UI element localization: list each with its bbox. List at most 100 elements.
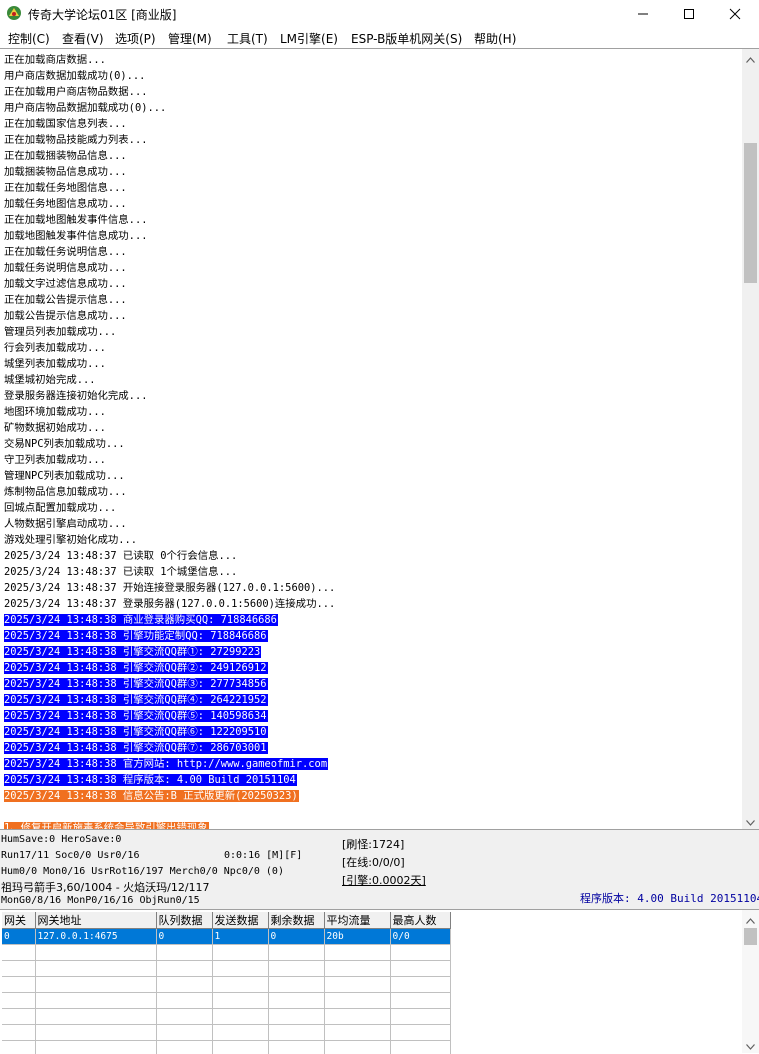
empty-table-row (2, 1041, 450, 1054)
grid-scroll-down-arrow[interactable] (742, 1036, 759, 1053)
log-vertical-scrollbar[interactable] (742, 49, 759, 829)
empty-cell (156, 1025, 212, 1041)
empty-cell (268, 993, 324, 1009)
gateway-table: 网关 网关地址 队列数据 发送数据 剩余数据 平均流量 最高人数 0127.0.… (2, 912, 451, 1054)
log-pane[interactable]: 正在加载商店数据...用户商店数据加载成功(0)...正在加载用户商店物品数据.… (0, 48, 759, 830)
empty-cell (35, 945, 156, 961)
log-line-text: 炼制物品信息加载成功... (4, 486, 128, 498)
minimize-button[interactable] (620, 0, 666, 28)
gateway-grid[interactable]: 网关 网关地址 队列数据 发送数据 剩余数据 平均流量 最高人数 0127.0.… (0, 909, 759, 1054)
log-line: 正在加载地图触发事件信息... (4, 212, 738, 228)
cell-queue: 0 (156, 929, 212, 945)
object-status: Hum0/0 Mon0/16 UsrRot16/197 Merch0/0 Npc… (1, 866, 284, 877)
log-line: 1、修复开启新施毒系统会导致引擎出错现象 (4, 820, 738, 830)
empty-cell (212, 945, 268, 961)
log-line-text: 地图环境加载成功... (4, 406, 107, 418)
empty-cell (35, 977, 156, 993)
empty-cell (268, 945, 324, 961)
empty-cell (156, 945, 212, 961)
empty-cell (212, 961, 268, 977)
empty-cell (324, 961, 390, 977)
log-line: 加载文字过滤信息成功... (4, 276, 738, 292)
log-line: 加载任务说明信息成功... (4, 260, 738, 276)
program-version: 程序版本: 4.00 Build 20151104 (580, 890, 759, 906)
empty-cell (390, 1025, 450, 1041)
log-line: 正在加载物品技能威力列表... (4, 132, 738, 148)
log-line-text: 2025/3/24 13:48:38 引擎交流QQ群②: 249126912 (4, 662, 268, 674)
empty-cell (212, 1009, 268, 1025)
log-line-text: 正在加载任务地图信息... (4, 182, 128, 194)
grid-vertical-scrollbar[interactable] (742, 910, 759, 1053)
col-avg-traffic[interactable]: 平均流量 (324, 912, 390, 929)
menu-view[interactable]: 查看(V) (62, 30, 104, 47)
log-line: 2025/3/24 13:48:37 开始连接登录服务器(127.0.0.1:5… (4, 580, 738, 596)
col-sent-data[interactable]: 发送数据 (212, 912, 268, 929)
empty-cell (390, 945, 450, 961)
log-line-text: 回城点配置加载成功... (4, 502, 117, 514)
menu-control[interactable]: 控制(C) (8, 30, 50, 47)
col-queue-data[interactable]: 队列数据 (156, 912, 212, 929)
close-button[interactable] (712, 0, 758, 28)
cell-gateway: 0 (2, 929, 35, 945)
col-gateway[interactable]: 网关 (2, 912, 35, 929)
log-line: 2025/3/24 13:48:38 程序版本: 4.00 Build 2015… (4, 772, 738, 788)
col-gateway-address[interactable]: 网关地址 (35, 912, 156, 929)
log-line: 矿物数据初始成功... (4, 420, 738, 436)
empty-cell (268, 1009, 324, 1025)
empty-cell (35, 1025, 156, 1041)
log-line: 2025/3/24 13:48:37 登录服务器(127.0.0.1:5600)… (4, 596, 738, 612)
scroll-up-arrow[interactable] (742, 49, 759, 66)
empty-cell (35, 961, 156, 977)
log-line-text: 正在加载商店数据... (4, 54, 107, 66)
log-line: 2025/3/24 13:48:38 引擎交流QQ群⑦: 286703001 (4, 740, 738, 756)
log-line-text: 2025/3/24 13:48:37 已读取 0个行会信息... (4, 550, 238, 562)
engine-days-link[interactable]: [引擎:0.0002天] (342, 872, 426, 888)
log-line-text: 交易NPC列表加载成功... (4, 438, 126, 450)
empty-cell (2, 1025, 35, 1041)
menu-bar: 控制(C) 查看(V) 选项(P) 管理(M) 工具(T) LM引擎(E) ES… (0, 28, 759, 49)
log-line-text: 加载公告提示信息成功... (4, 310, 128, 322)
empty-cell (212, 977, 268, 993)
log-line-text: 管理NPC列表加载成功... (4, 470, 126, 482)
table-row[interactable]: 0127.0.0.1:467501020b0/0 (2, 929, 450, 945)
log-line-text: 城堡列表加载成功... (4, 358, 107, 370)
scroll-down-arrow[interactable] (742, 812, 759, 829)
cell-sent: 1 (212, 929, 268, 945)
log-line: 2025/3/24 13:48:38 商业登录器购买QQ: 718846686 (4, 612, 738, 628)
empty-cell (156, 961, 212, 977)
empty-table-row (2, 1009, 450, 1025)
empty-cell (35, 1041, 156, 1054)
col-max-users[interactable]: 最高人数 (390, 912, 450, 929)
log-line: 加载地图触发事件信息成功... (4, 228, 738, 244)
uptime-status: 0:0:16 [M][F] (224, 850, 302, 861)
menu-esp-gateway[interactable]: ESP-B版单机网关(S) (351, 30, 462, 47)
scroll-thumb[interactable] (744, 143, 757, 283)
log-line-text: 2025/3/24 13:48:38 引擎交流QQ群③: 277734856 (4, 678, 268, 690)
log-line: 加载任务地图信息成功... (4, 196, 738, 212)
menu-options[interactable]: 选项(P) (115, 30, 156, 47)
log-line-text: 城堡城初始完成... (4, 374, 97, 386)
maximize-button[interactable] (666, 0, 712, 28)
menu-lm-engine[interactable]: LM引擎(E) (280, 30, 338, 47)
title-bar[interactable]: 传奇大学论坛01区 [商业版] (0, 0, 759, 28)
log-line-text (4, 806, 5, 818)
cell-traffic: 20b (324, 929, 390, 945)
cell-address: 127.0.0.1:4675 (35, 929, 156, 945)
log-line-text: 2025/3/24 13:48:38 引擎功能定制QQ: 718846686 (4, 630, 268, 642)
maximize-icon (683, 5, 695, 24)
log-line-text: 加载任务说明信息成功... (4, 262, 128, 274)
log-line-text: 2025/3/24 13:48:38 官方网站: http://www.game… (4, 758, 328, 770)
col-remaining-data[interactable]: 剩余数据 (268, 912, 324, 929)
log-line-text: 加载捆装物品信息成功... (4, 166, 128, 178)
log-line-text: 2025/3/24 13:48:38 引擎交流QQ群⑦: 286703001 (4, 742, 268, 754)
menu-help[interactable]: 帮助(H) (474, 30, 516, 47)
log-line-text: 2025/3/24 13:48:38 程序版本: 4.00 Build 2015… (4, 774, 297, 786)
log-line: 正在加载任务说明信息... (4, 244, 738, 260)
grid-scroll-up-arrow[interactable] (742, 910, 759, 927)
menu-manage[interactable]: 管理(M) (168, 30, 212, 47)
menu-tools[interactable]: 工具(T) (227, 30, 268, 47)
grid-scroll-thumb[interactable] (744, 928, 757, 945)
log-line-text: 1、修复开启新施毒系统会导致引擎出错现象 (4, 822, 209, 830)
log-line: 加载捆装物品信息成功... (4, 164, 738, 180)
log-line: 正在加载用户商店物品数据... (4, 84, 738, 100)
